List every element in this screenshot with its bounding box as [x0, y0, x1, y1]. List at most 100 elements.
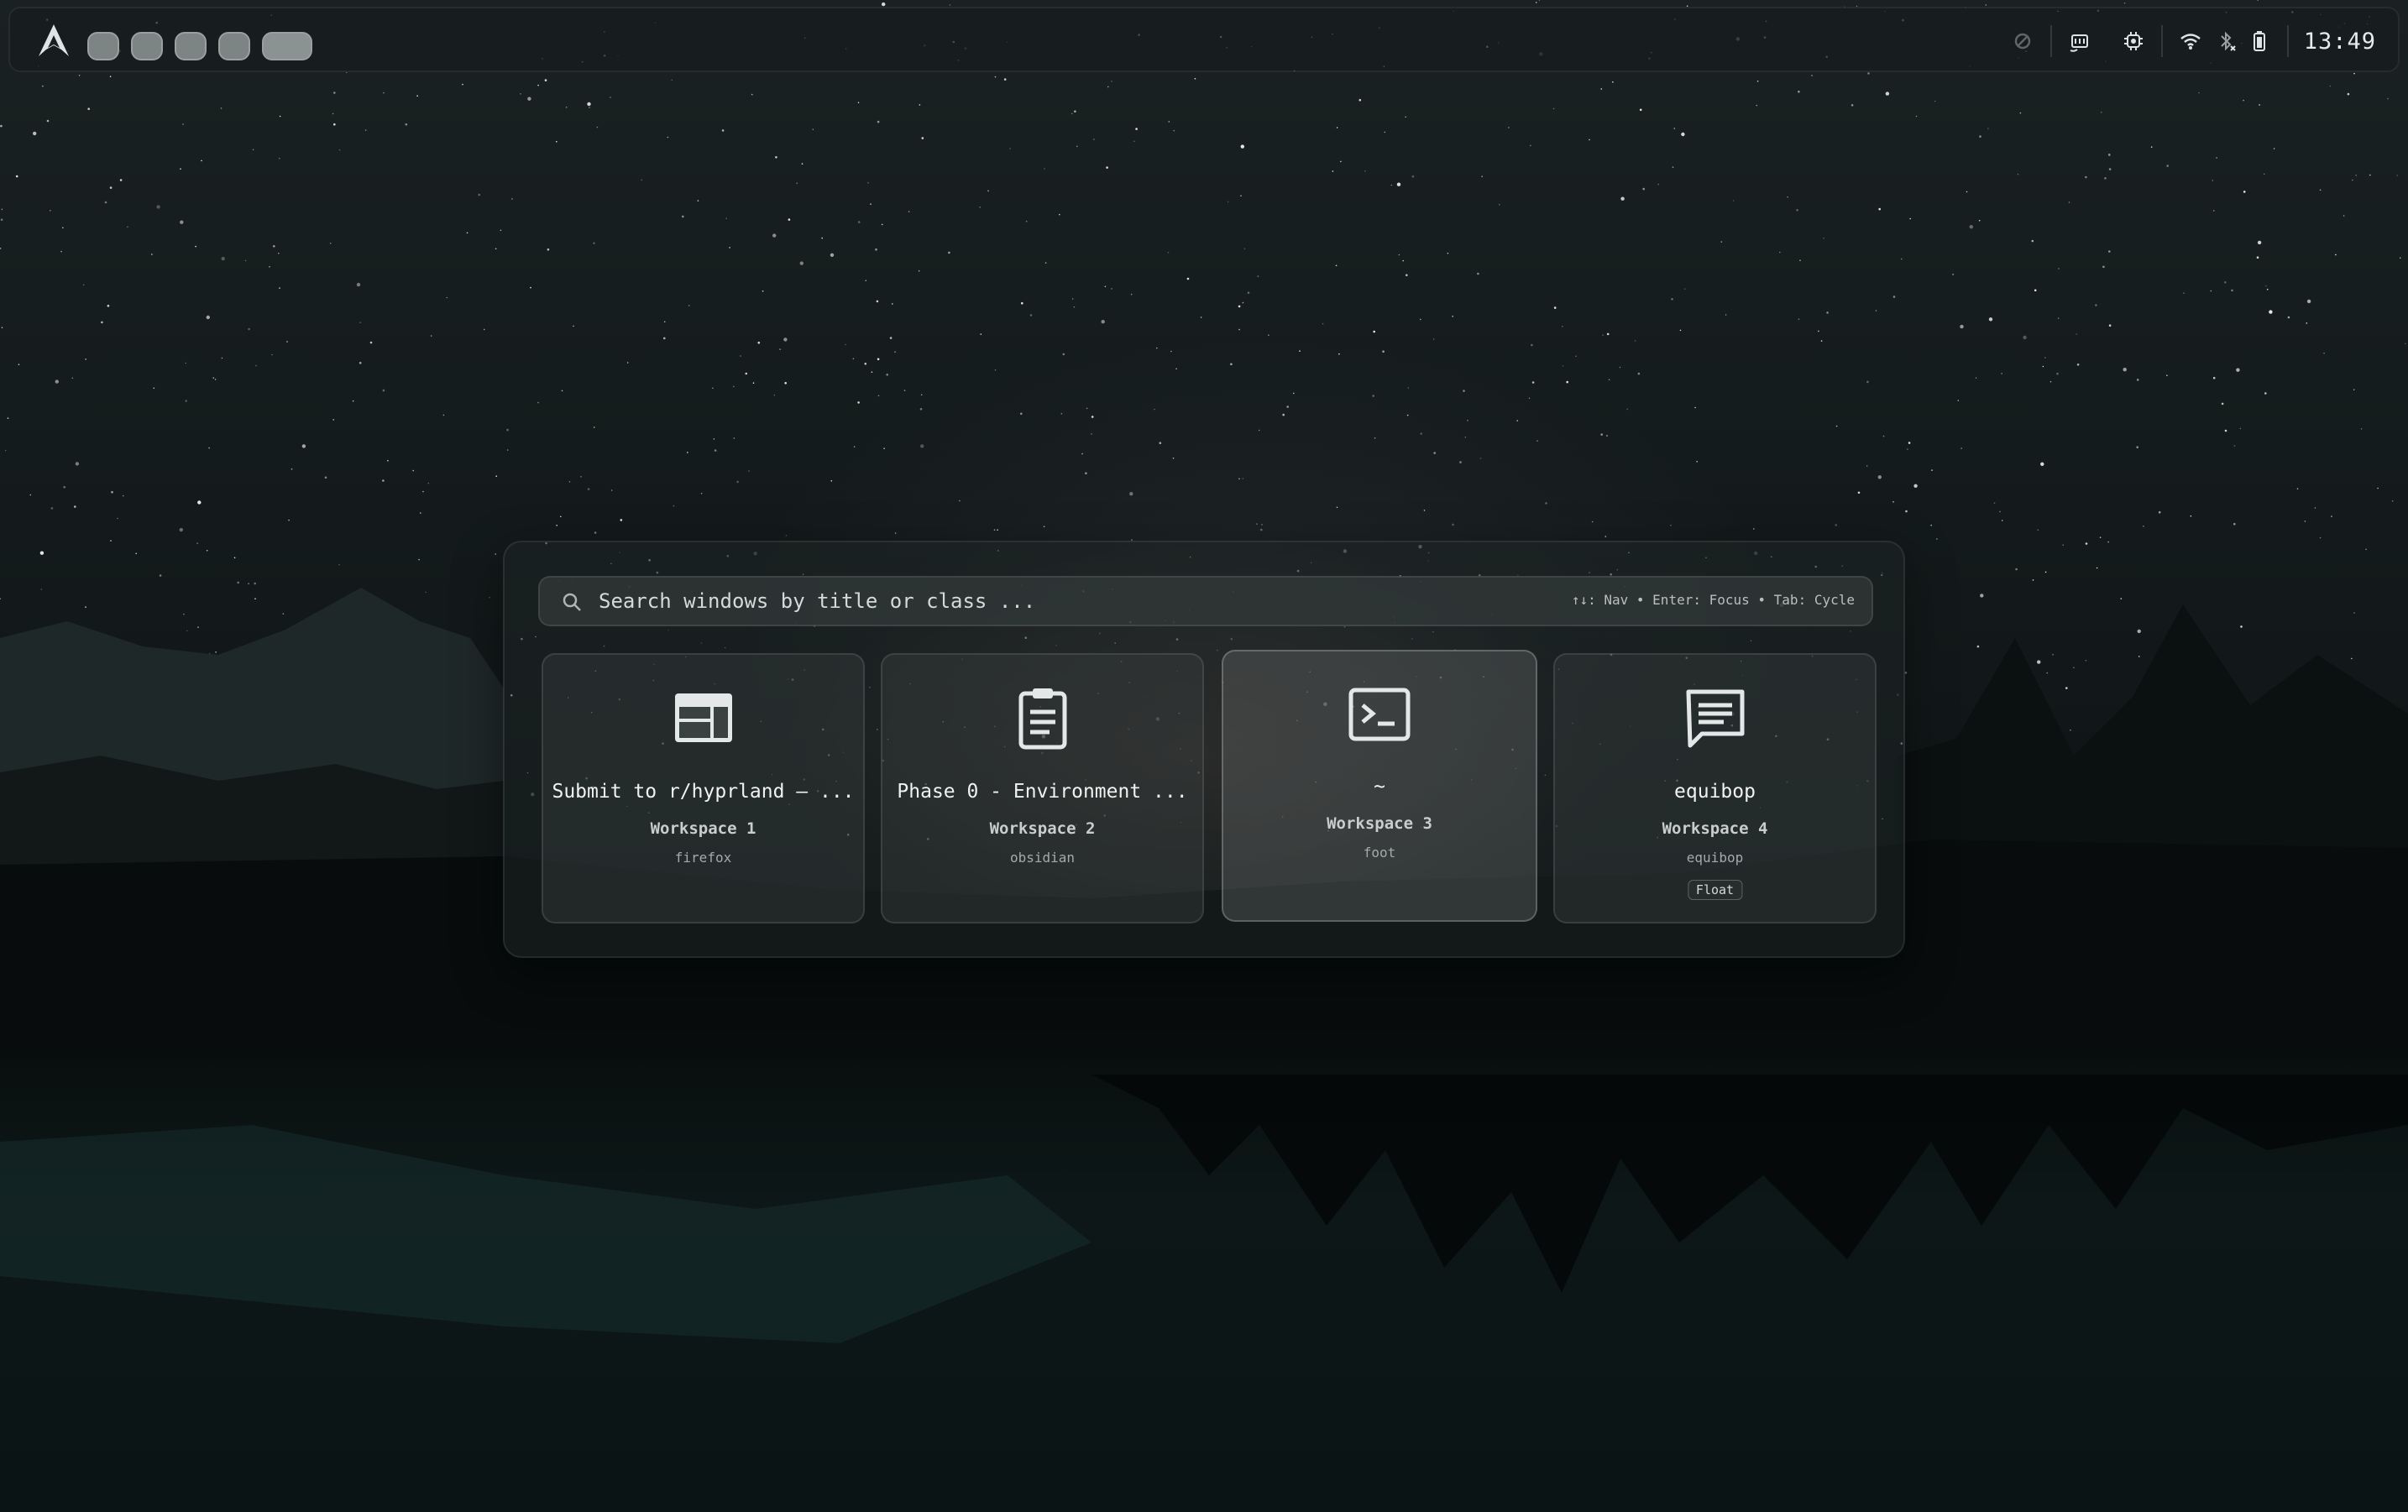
window-switcher-panel: ↑↓: Nav • Enter: Focus • Tab: Cycle Subm… [503, 541, 1905, 958]
do-not-disturb-icon[interactable] [2010, 29, 2035, 54]
arch-logo-icon[interactable] [35, 22, 72, 59]
star [673, 505, 675, 507]
star [2221, 402, 2224, 405]
star [1452, 316, 1453, 317]
star [568, 481, 571, 483]
star [1044, 262, 1047, 264]
star [0, 218, 3, 222]
star [2387, 97, 2389, 100]
star [122, 494, 124, 497]
star [1481, 175, 1483, 177]
star [2166, 374, 2168, 377]
memory-chip-icon[interactable] [2067, 29, 2092, 54]
star [333, 123, 336, 126]
battery-icon[interactable] [2247, 29, 2272, 54]
star [876, 300, 879, 303]
workspace-indicator-active[interactable] [262, 32, 312, 60]
star [894, 532, 897, 534]
star [2095, 304, 2097, 306]
star [1901, 258, 1903, 260]
star [1062, 353, 1065, 356]
star [783, 337, 788, 342]
star [886, 374, 888, 376]
star [2314, 507, 2316, 509]
clock[interactable]: 13:49 [2304, 29, 2376, 55]
star [2224, 281, 2227, 284]
window-workspace: Workspace 1 [650, 819, 756, 838]
star [733, 437, 735, 439]
window-card-obsidian[interactable]: Phase 0 - Environment ... Workspace 2 ob… [881, 653, 1204, 923]
star [714, 449, 717, 452]
star [462, 83, 463, 86]
window-card-firefox[interactable]: Submit to r/hyprland — ... Workspace 1 f… [542, 653, 865, 923]
star [2360, 428, 2363, 430]
star [418, 558, 420, 561]
star [1999, 510, 2001, 513]
star [1268, 334, 1269, 337]
star [430, 335, 432, 337]
star [903, 390, 906, 391]
chat-bubble-icon [1686, 689, 1744, 748]
star [892, 303, 893, 305]
star [2400, 257, 2401, 259]
star [626, 362, 629, 364]
star [220, 107, 222, 109]
star [466, 232, 469, 234]
workspace-indicator[interactable] [175, 32, 207, 60]
search-bar[interactable]: ↑↓: Nav • Enter: Focus • Tab: Cycle [538, 576, 1873, 626]
star [1238, 328, 1240, 331]
workspace-indicators [87, 32, 312, 60]
star [156, 205, 160, 209]
window-card-equibop[interactable]: equibop Workspace 4 equibop Float [1553, 653, 1877, 923]
star [1085, 472, 1087, 474]
star [212, 377, 215, 379]
star [1459, 461, 1462, 463]
star [87, 107, 90, 110]
star [980, 333, 982, 335]
star [1908, 442, 1911, 444]
star [109, 76, 112, 77]
star [301, 444, 306, 448]
star [2042, 365, 2044, 368]
star [1247, 291, 1250, 295]
star [2355, 175, 2357, 176]
star [329, 243, 332, 244]
star [201, 160, 202, 162]
star [279, 115, 281, 118]
star [82, 284, 85, 286]
star [2210, 290, 2212, 292]
wifi-icon[interactable] [2178, 29, 2203, 54]
star [1600, 88, 1603, 90]
star [1154, 408, 1155, 411]
star [1256, 523, 1258, 525]
workspace-indicator[interactable] [131, 32, 163, 60]
star [721, 129, 725, 132]
star [2213, 210, 2215, 212]
star [412, 469, 415, 472]
star [1396, 182, 1401, 186]
star [1130, 293, 1133, 296]
star [185, 362, 186, 364]
star [757, 341, 761, 344]
star [1857, 491, 1861, 494]
star [109, 186, 113, 189]
cpu-settings-icon[interactable] [2121, 29, 2146, 54]
star [338, 149, 341, 151]
star [2108, 154, 2111, 157]
lake-reflection [0, 1075, 2408, 1343]
window-card-foot-selected[interactable]: ~ Workspace 3 foot [1222, 650, 1537, 922]
star [1508, 127, 1510, 128]
star [427, 482, 430, 484]
star [2062, 544, 2064, 546]
star [2108, 250, 2111, 253]
bluetooth-off-icon[interactable] [2213, 29, 2238, 54]
workspace-indicator[interactable] [218, 32, 250, 60]
star [772, 233, 777, 238]
star [1866, 465, 1868, 467]
star [544, 79, 547, 81]
star [784, 382, 787, 385]
workspace-indicator[interactable] [87, 32, 119, 60]
star [1877, 475, 1882, 479]
star [1081, 453, 1083, 455]
search-input[interactable] [599, 578, 1522, 625]
